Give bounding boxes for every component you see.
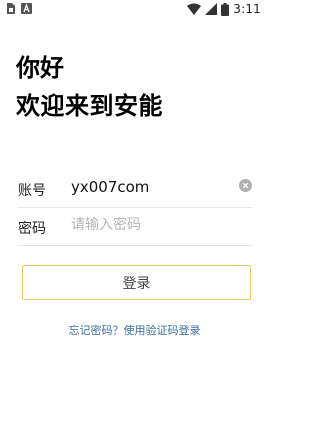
clear-icon[interactable] [239, 179, 252, 192]
status-time: 3:11 [233, 2, 261, 16]
signal-icon [205, 3, 218, 15]
sim-card-icon [7, 3, 15, 14]
login-button[interactable]: 登录 [22, 265, 251, 300]
password-label: 密码 [18, 221, 46, 237]
account-label: 账号 [18, 183, 46, 199]
forgot-password-link[interactable]: 忘记密码？使用验证码登录 [0, 322, 269, 338]
password-input[interactable] [71, 217, 241, 233]
password-row: 密码 [18, 208, 252, 246]
battery-icon [221, 2, 230, 16]
status-bar: 3:11 [0, 0, 269, 20]
greeting-title: 你好 [16, 54, 64, 82]
account-input[interactable]: yx007com [71, 178, 231, 196]
welcome-title: 欢迎来到安能 [16, 92, 163, 120]
keyboard-a-icon [21, 3, 32, 14]
status-left-icons [6, 3, 32, 14]
account-row: 账号 yx007com [18, 170, 252, 208]
wifi-icon [187, 3, 202, 15]
status-right-icons: 3:11 [187, 2, 261, 16]
